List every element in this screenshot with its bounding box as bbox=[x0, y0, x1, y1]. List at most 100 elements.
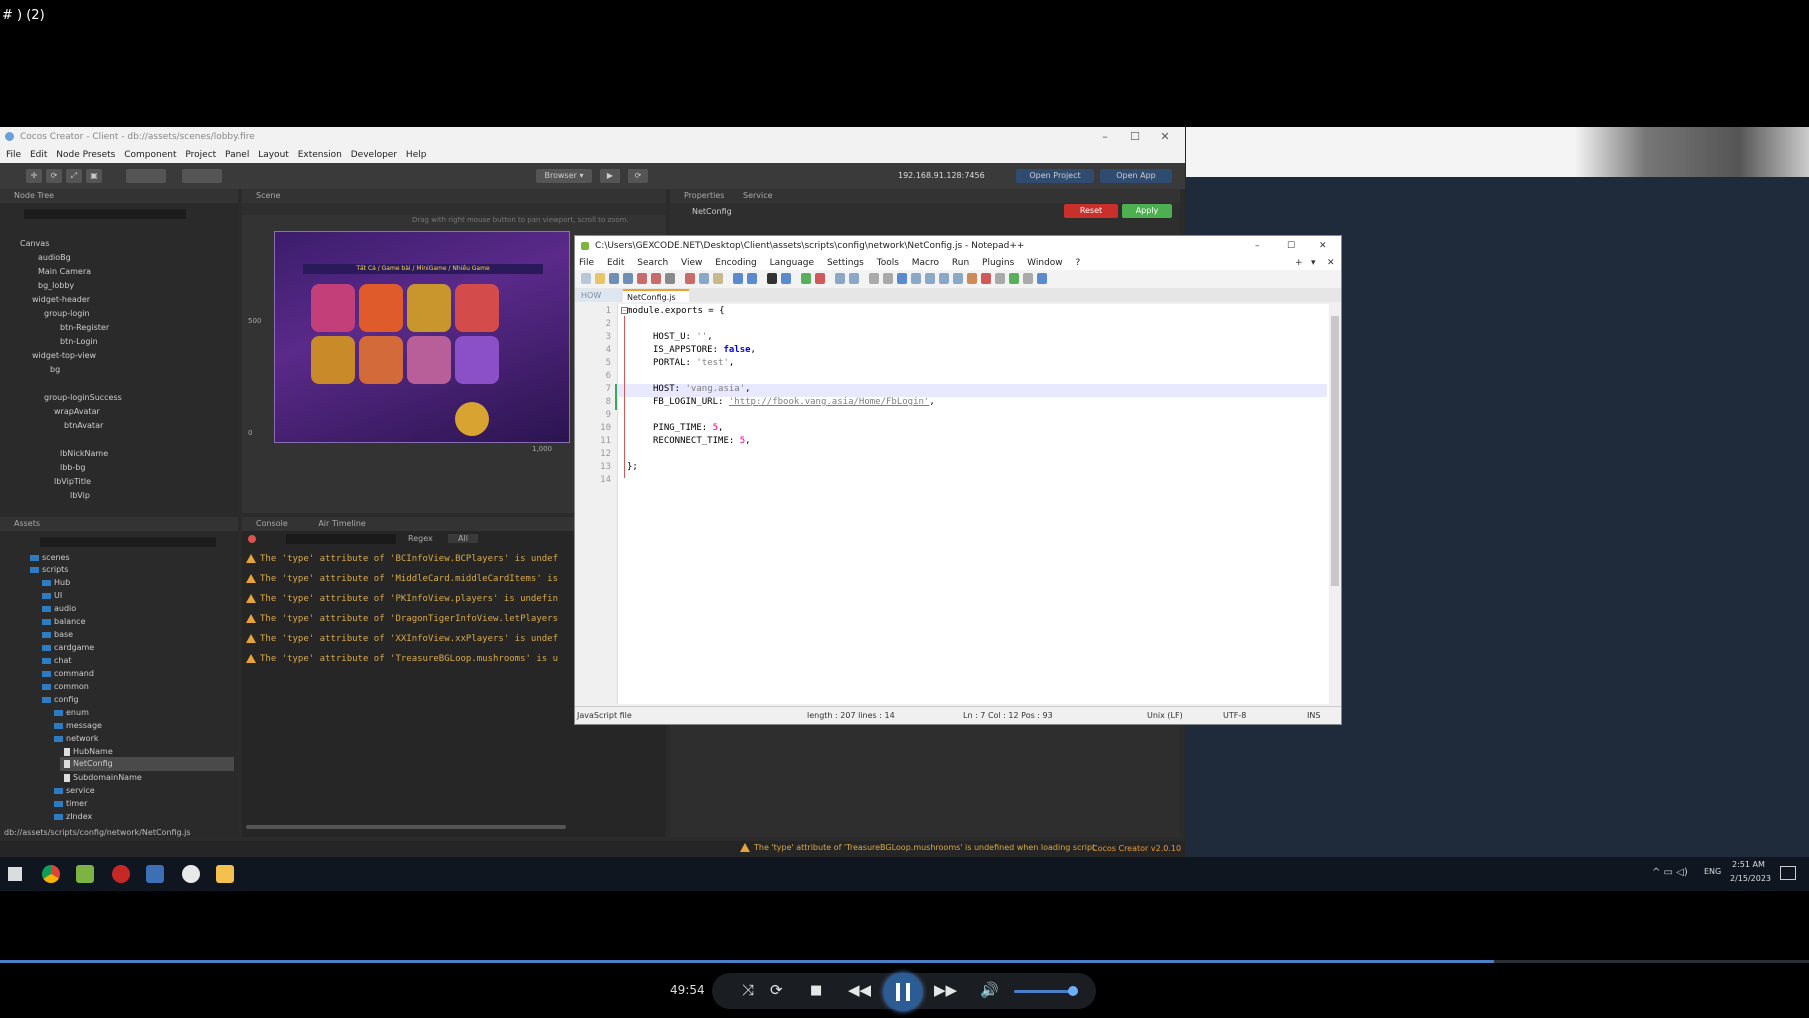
tree-node[interactable]: wrapAvatar bbox=[54, 405, 100, 419]
menu-extension[interactable]: Extension bbox=[298, 150, 342, 160]
zoom-out-icon[interactable] bbox=[815, 273, 825, 284]
menu-developer[interactable]: Developer bbox=[351, 150, 397, 160]
menu-help[interactable]: Help bbox=[406, 150, 427, 160]
tree-node[interactable]: lbNickName bbox=[60, 447, 108, 461]
rotate-tool-icon[interactable]: ⟳ bbox=[46, 169, 62, 183]
asset-folder[interactable]: config bbox=[42, 693, 78, 707]
new-file-icon[interactable] bbox=[581, 273, 591, 284]
menu-file[interactable]: File bbox=[6, 150, 21, 160]
npp-close-doc-icon[interactable]: ✕ bbox=[1327, 256, 1335, 270]
asset-file-selected[interactable]: NetConfig bbox=[60, 757, 234, 771]
regex-checkbox[interactable]: Regex bbox=[408, 534, 433, 543]
maximize-icon[interactable]: ☐ bbox=[1120, 127, 1150, 147]
npp-menu-edit[interactable]: Edit bbox=[607, 258, 624, 268]
npp-menu-encoding[interactable]: Encoding bbox=[715, 258, 756, 268]
log-level-select[interactable]: All bbox=[448, 534, 478, 543]
console-tab[interactable]: Console bbox=[256, 519, 288, 528]
open-project-button[interactable]: Open Project bbox=[1016, 169, 1094, 183]
apply-button[interactable]: Apply bbox=[1122, 204, 1172, 218]
clock-date[interactable]: 2/15/2023 bbox=[1730, 874, 1771, 883]
scrollbar-thumb[interactable] bbox=[1331, 316, 1339, 586]
print-icon[interactable] bbox=[665, 273, 675, 284]
close-file-icon[interactable] bbox=[637, 273, 647, 284]
animation-timeline-tab[interactable]: Air Timeline bbox=[318, 519, 366, 528]
word-wrap-icon[interactable] bbox=[869, 273, 879, 284]
asset-file[interactable]: SubdomainName bbox=[64, 771, 142, 785]
folder-workspace-icon[interactable] bbox=[953, 273, 963, 284]
menu-edit[interactable]: Edit bbox=[30, 150, 47, 160]
fast-forward-icon[interactable]: ▶▶ bbox=[934, 981, 957, 999]
tree-node[interactable]: btn-Login bbox=[60, 335, 98, 349]
console-warning[interactable]: The 'type' attribute of 'PKInfoView.play… bbox=[246, 594, 558, 614]
asset-folder[interactable]: network bbox=[54, 732, 99, 746]
tree-node[interactable]: btn-Register bbox=[60, 321, 109, 335]
macro-record-icon[interactable] bbox=[981, 273, 991, 284]
tree-node[interactable]: btnAvatar bbox=[64, 419, 103, 433]
sync-h-icon[interactable] bbox=[849, 273, 859, 284]
tree-node[interactable]: bg bbox=[50, 363, 60, 377]
tab-how[interactable]: HOW bbox=[577, 289, 621, 302]
console-warning[interactable]: The 'type' attribute of 'XXInfoView.xxPl… bbox=[246, 634, 558, 654]
tree-node[interactable]: lbVip bbox=[70, 489, 90, 503]
asset-folder[interactable]: enum bbox=[54, 706, 89, 720]
npp-add-icon[interactable]: + bbox=[1295, 256, 1303, 270]
npp-menu-tools[interactable]: Tools bbox=[877, 258, 899, 268]
asset-folder[interactable]: audio bbox=[42, 602, 76, 616]
sync-v-icon[interactable] bbox=[835, 273, 845, 284]
asset-folder[interactable]: cardgame bbox=[42, 641, 94, 655]
close-icon[interactable]: ✕ bbox=[1319, 236, 1327, 256]
menu-project[interactable]: Project bbox=[185, 150, 216, 160]
npp-menu-settings[interactable]: Settings bbox=[827, 258, 864, 268]
shuffle-icon[interactable]: ⤨ bbox=[742, 981, 754, 999]
npp-menu-view[interactable]: View bbox=[681, 258, 702, 268]
volume-slider[interactable] bbox=[1014, 986, 1079, 996]
zoom-in-icon[interactable] bbox=[801, 273, 811, 284]
pause-button[interactable] bbox=[884, 973, 922, 1011]
asset-folder[interactable]: balance bbox=[42, 615, 86, 629]
start-icon[interactable] bbox=[8, 867, 22, 881]
notepadpp-taskbar-icon[interactable] bbox=[76, 865, 94, 883]
asset-folder[interactable]: zIndex bbox=[54, 810, 92, 824]
tree-node[interactable]: lbVipTitle bbox=[54, 475, 91, 489]
play-preview-icon[interactable]: ▶ bbox=[600, 169, 620, 183]
close-all-icon[interactable] bbox=[651, 273, 661, 284]
tree-node[interactable]: group-login bbox=[44, 307, 90, 321]
node-search-input[interactable] bbox=[24, 209, 186, 219]
tree-node[interactable]: widget-header bbox=[32, 293, 90, 307]
menu-panel[interactable]: Panel bbox=[225, 150, 249, 160]
npp-menu-language[interactable]: Language bbox=[770, 258, 814, 268]
menu-component[interactable]: Component bbox=[124, 150, 176, 160]
repeat-icon[interactable]: ⟳ bbox=[770, 981, 783, 999]
tree-node[interactable]: audioBg bbox=[38, 251, 71, 265]
tree-node[interactable]: group-loginSuccess bbox=[44, 391, 122, 405]
function-list-icon[interactable] bbox=[939, 273, 949, 284]
tree-node[interactable]: widget-top-view bbox=[32, 349, 96, 363]
tree-node[interactable]: Main Camera bbox=[38, 265, 91, 279]
console-filter-input[interactable] bbox=[286, 534, 396, 544]
app-icon[interactable] bbox=[146, 865, 164, 883]
doc-map-icon[interactable] bbox=[925, 273, 935, 284]
scale-tool-icon[interactable]: ⤢ bbox=[66, 169, 82, 183]
video-progress-bar[interactable] bbox=[0, 960, 1809, 963]
npp-menu-run[interactable]: Run bbox=[952, 258, 969, 268]
scene-tab[interactable]: Scene bbox=[242, 189, 666, 203]
rect-tool-icon[interactable]: ▣ bbox=[86, 169, 102, 183]
save-icon[interactable] bbox=[609, 273, 619, 284]
npp-menu-help[interactable]: ? bbox=[1076, 258, 1081, 268]
clear-console-icon[interactable] bbox=[248, 535, 256, 543]
volume-icon[interactable]: 🔊 bbox=[980, 981, 999, 999]
clock-time[interactable]: 2:51 AM bbox=[1732, 860, 1765, 869]
console-warning[interactable]: The 'type' attribute of 'TreasureBGLoop.… bbox=[246, 654, 558, 674]
cut-icon[interactable] bbox=[685, 273, 695, 284]
paste-icon[interactable] bbox=[713, 273, 723, 284]
stop-icon[interactable]: ■ bbox=[810, 983, 822, 998]
file-explorer-icon[interactable] bbox=[216, 865, 234, 883]
minimize-icon[interactable]: – bbox=[1090, 127, 1120, 147]
maximize-icon[interactable]: ☐ bbox=[1287, 236, 1295, 256]
reset-button[interactable]: Reset bbox=[1064, 204, 1118, 218]
macro-stop-icon[interactable] bbox=[995, 273, 1005, 284]
menu-layout[interactable]: Layout bbox=[258, 150, 289, 160]
volume-knob[interactable] bbox=[1068, 986, 1079, 996]
refresh-icon[interactable]: ⟳ bbox=[628, 169, 648, 183]
macro-run-multiple-icon[interactable] bbox=[1023, 273, 1033, 284]
